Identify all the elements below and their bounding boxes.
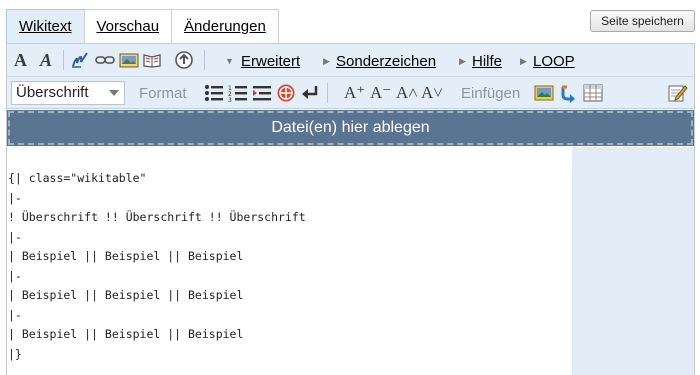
chevron-down-icon: ▼ xyxy=(225,56,234,66)
menu-erweitert[interactable]: Erweitert xyxy=(241,53,300,70)
save-page-button[interactable]: Seite speichern xyxy=(590,10,695,32)
format-toolbar: Überschrift Format 123 A⁺ A⁻ A˄ A˅ Einfü… xyxy=(7,77,694,109)
italic-button[interactable]: A xyxy=(40,50,52,71)
toolbar-separator xyxy=(327,83,328,103)
gallery-icon[interactable] xyxy=(533,83,555,103)
format-label: Format xyxy=(139,85,187,102)
svg-text:3: 3 xyxy=(228,97,232,102)
text-line: | Beispiel || Beispiel || Beispiel xyxy=(8,288,244,302)
line-break-icon[interactable] xyxy=(299,83,321,103)
chevron-right-icon: ▶ xyxy=(520,56,527,66)
text-line: ! Überschrift !! Überschrift !! Überschr… xyxy=(8,210,306,224)
book-icon[interactable] xyxy=(141,50,163,70)
menu-sonderzeichen[interactable]: Sonderzeichen xyxy=(336,53,436,70)
heading-select[interactable]: Überschrift xyxy=(11,81,125,105)
wiki-editor: A A ▼ Erweitert ▶ Sonderzeichen ▶ Hilfe … xyxy=(6,43,695,375)
numbered-list-icon[interactable]: 123 xyxy=(227,83,249,103)
edit-toggle-icon[interactable] xyxy=(667,83,689,103)
toolbar-separator xyxy=(204,50,205,70)
upload-icon[interactable] xyxy=(173,50,195,70)
bullet-list-icon[interactable] xyxy=(203,83,225,103)
text-line: |} xyxy=(8,346,22,361)
bold-button[interactable]: A xyxy=(14,50,27,71)
text-line: | Beispiel || Beispiel || Beispiel xyxy=(8,249,244,263)
tab-vorschau[interactable]: Vorschau xyxy=(83,9,173,43)
table-icon[interactable] xyxy=(582,83,604,103)
editor-tabs: Wikitext Vorschau Änderungen xyxy=(6,9,279,43)
redirect-icon[interactable] xyxy=(557,83,579,103)
file-dropzone[interactable]: Datei(en) hier ablegen xyxy=(7,110,694,146)
superscript-button[interactable]: A˄ xyxy=(396,83,418,103)
nowiki-icon[interactable] xyxy=(275,83,297,103)
chevron-right-icon: ▶ xyxy=(459,56,466,66)
chevron-right-icon: ▶ xyxy=(323,56,330,66)
toolbar-separator xyxy=(63,50,64,70)
text-line: | Beispiel || Beispiel || Beispiel xyxy=(8,327,244,341)
heading-select-value: Überschrift xyxy=(16,84,89,101)
wikitext-textarea[interactable]: {| class="wikitable" |- ! Überschrift !! Ü… xyxy=(7,147,572,375)
text-line: |- xyxy=(8,307,22,322)
link-icon[interactable] xyxy=(94,50,116,70)
tab-wikitext[interactable]: Wikitext xyxy=(6,9,85,43)
signature-icon[interactable] xyxy=(70,50,92,70)
text-small-button[interactable]: A⁻ xyxy=(370,83,391,103)
text-line: |- xyxy=(8,190,22,205)
text-line: |- xyxy=(8,229,22,244)
text-line: |- xyxy=(8,268,22,283)
menu-loop[interactable]: LOOP xyxy=(533,53,575,70)
text-big-button[interactable]: A⁺ xyxy=(344,83,365,103)
side-panel xyxy=(572,147,694,375)
image-icon[interactable] xyxy=(118,50,140,70)
tab-aenderungen[interactable]: Änderungen xyxy=(171,9,279,43)
subscript-button[interactable]: A˅ xyxy=(421,83,443,103)
indent-icon[interactable] xyxy=(251,83,273,103)
chevron-down-icon xyxy=(109,90,119,96)
main-toolbar: A A ▼ Erweitert ▶ Sonderzeichen ▶ Hilfe … xyxy=(7,44,694,77)
menu-hilfe[interactable]: Hilfe xyxy=(472,53,502,70)
text-line: {| class="wikitable" xyxy=(8,171,147,185)
insert-label: Einfügen xyxy=(461,85,521,102)
